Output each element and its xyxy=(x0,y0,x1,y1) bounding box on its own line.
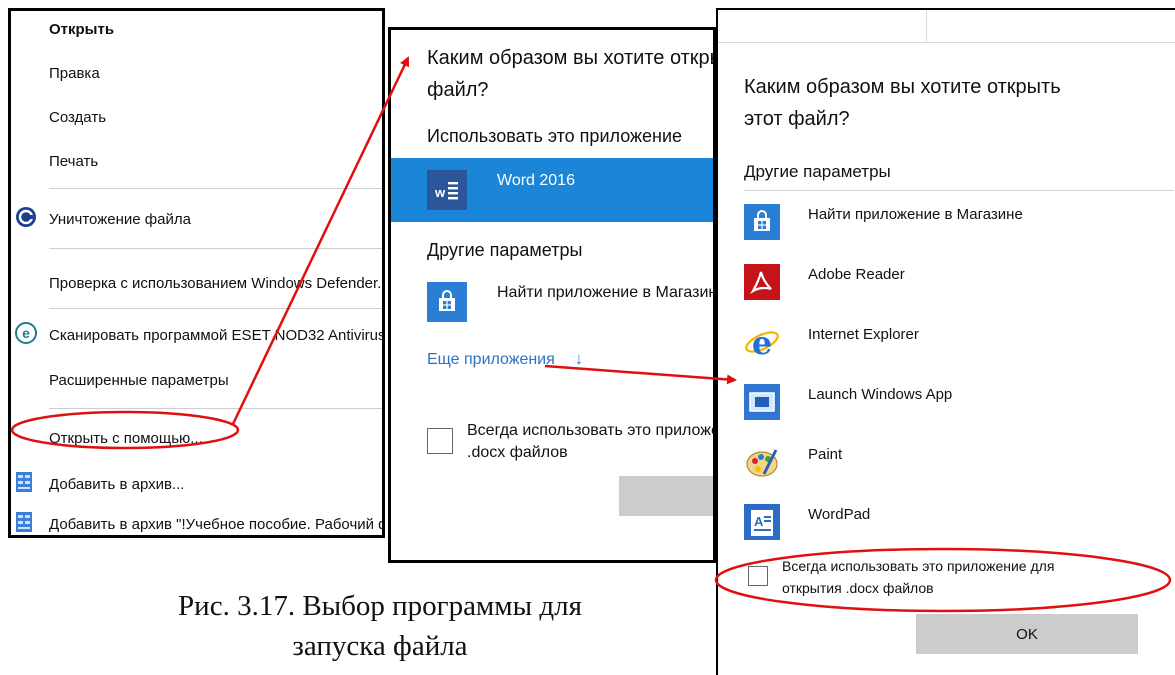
svg-text:w: w xyxy=(434,185,446,200)
always-use-label: Всегда использовать это приложение для о… xyxy=(467,422,713,461)
menu-item-new[interactable]: Создать xyxy=(11,97,382,137)
menu-item-label: Сканировать программой ESET NOD32 Antivi… xyxy=(49,326,385,344)
always-use-checkbox[interactable] xyxy=(427,428,453,454)
winrar-icon xyxy=(15,511,33,535)
wordpad-icon: A xyxy=(744,504,780,540)
store-label: Найти приложение в Магазине xyxy=(497,284,716,301)
chevron-down-icon: ↓ xyxy=(575,351,583,368)
adobe-reader-icon xyxy=(744,264,780,300)
ok-button[interactable]: OK xyxy=(916,614,1138,654)
open-with-dialog-partial: Каким образом вы хотите открыть этот фай… xyxy=(388,27,716,563)
menu-separator xyxy=(49,308,382,309)
word-label: Word 2016 xyxy=(497,172,575,189)
internet-explorer-icon: e xyxy=(744,324,780,362)
dialog-title-line2: этот файл? xyxy=(744,108,850,130)
eset-icon: e xyxy=(15,322,37,348)
always-use-checkbox[interactable] xyxy=(748,566,768,586)
more-apps-label: Еще приложения xyxy=(427,351,555,368)
menu-item-defender[interactable]: Проверка с использованием Windows Defend… xyxy=(11,263,382,303)
app-option-adobe-reader[interactable]: Adobe Reader xyxy=(744,264,1174,324)
menu-item-shred[interactable]: Уничтожение файла xyxy=(11,199,382,239)
menu-item-print[interactable]: Печать xyxy=(11,141,382,181)
ok-button[interactable] xyxy=(619,476,713,516)
menu-separator xyxy=(49,248,382,249)
use-this-app-heading: Использовать это приложение xyxy=(427,126,683,146)
menu-item-label: Добавить в архив... xyxy=(49,475,185,493)
app-option-launch-windows-app[interactable]: Launch Windows App xyxy=(744,384,1174,444)
section-divider xyxy=(744,190,1174,191)
figure-caption-line1: Рис. 3.17. Выбор программы для xyxy=(178,590,582,622)
app-label: Adobe Reader xyxy=(808,266,905,283)
svg-text:e: e xyxy=(22,325,30,341)
store-icon xyxy=(744,204,780,240)
menu-item-label: Открыть с помощью... xyxy=(49,429,203,447)
winrar-icon xyxy=(15,471,33,497)
menu-separator xyxy=(49,408,382,409)
other-options-heading: Другие параметры xyxy=(744,162,891,181)
menu-item-add-to-archive[interactable]: Добавить в архив... xyxy=(11,464,382,504)
always-use-label-line2: открытия .docx файлов xyxy=(782,580,934,596)
menu-item-advanced[interactable]: Расширенные параметры xyxy=(11,360,382,400)
menu-item-label: Печать xyxy=(49,152,99,170)
app-option-store[interactable]: Найти приложение в Магазине xyxy=(427,282,716,330)
menu-separator xyxy=(49,188,382,189)
app-label: Internet Explorer xyxy=(808,326,919,343)
figure-caption-line2: запуска файла xyxy=(292,630,468,662)
shred-icon xyxy=(15,206,37,232)
open-with-dialog: Каким образом вы хотите открыть этот фай… xyxy=(716,8,1175,675)
menu-item-open[interactable]: Открыть xyxy=(11,11,382,49)
always-use-label-line1: Всегда использовать это приложение для xyxy=(782,558,1055,574)
svg-text:e: e xyxy=(752,324,772,360)
other-options-heading: Другие параметры xyxy=(427,240,583,260)
svg-text:A: A xyxy=(754,514,764,529)
word-icon: w xyxy=(427,170,467,210)
windows-app-icon xyxy=(744,384,780,420)
app-label: Paint xyxy=(808,446,843,463)
app-label: Launch Windows App xyxy=(808,386,953,403)
menu-item-label: Расширенные параметры xyxy=(49,371,229,389)
menu-item-label: Открыть xyxy=(49,20,115,38)
app-option-wordpad[interactable]: A WordPad xyxy=(744,504,1174,564)
app-option-internet-explorer[interactable]: e Internet Explorer xyxy=(744,324,1174,384)
app-option-paint[interactable]: Paint xyxy=(744,444,1174,504)
dialog-title: Каким образом вы хотите открыть этот фай… xyxy=(427,47,713,101)
menu-item-label: Проверка с использованием Windows Defend… xyxy=(49,274,385,292)
menu-item-eset[interactable]: e Сканировать программой ESET NOD32 Anti… xyxy=(11,315,382,355)
app-option-store[interactable]: Найти приложение в Магазине xyxy=(744,204,1174,264)
app-label: WordPad xyxy=(808,506,871,523)
dialog-titlebar xyxy=(718,10,1175,43)
menu-item-edit[interactable]: Правка xyxy=(11,53,382,93)
context-menu: Открыть Правка Создать Печать Уничтожени… xyxy=(8,8,385,538)
menu-item-label: Правка xyxy=(49,64,100,82)
menu-item-add-to-named-archive[interactable]: Добавить в архив "!Учебное пособие. Рабо… xyxy=(11,504,382,535)
menu-item-label: Уничтожение файла xyxy=(49,210,191,228)
menu-item-open-with[interactable]: Открыть с помощью... xyxy=(11,418,382,458)
menu-item-label: Создать xyxy=(49,108,107,126)
paint-icon xyxy=(744,444,780,480)
dialog-title-line1: Каким образом вы хотите открыть xyxy=(744,76,1061,98)
menu-item-label: Добавить в архив "!Учебное пособие. Рабо… xyxy=(49,515,382,533)
store-icon xyxy=(427,282,467,322)
titlebar-divider xyxy=(926,10,927,42)
app-option-word[interactable]: w Word 2016 xyxy=(391,158,713,222)
app-label: Найти приложение в Магазине xyxy=(808,206,1023,223)
